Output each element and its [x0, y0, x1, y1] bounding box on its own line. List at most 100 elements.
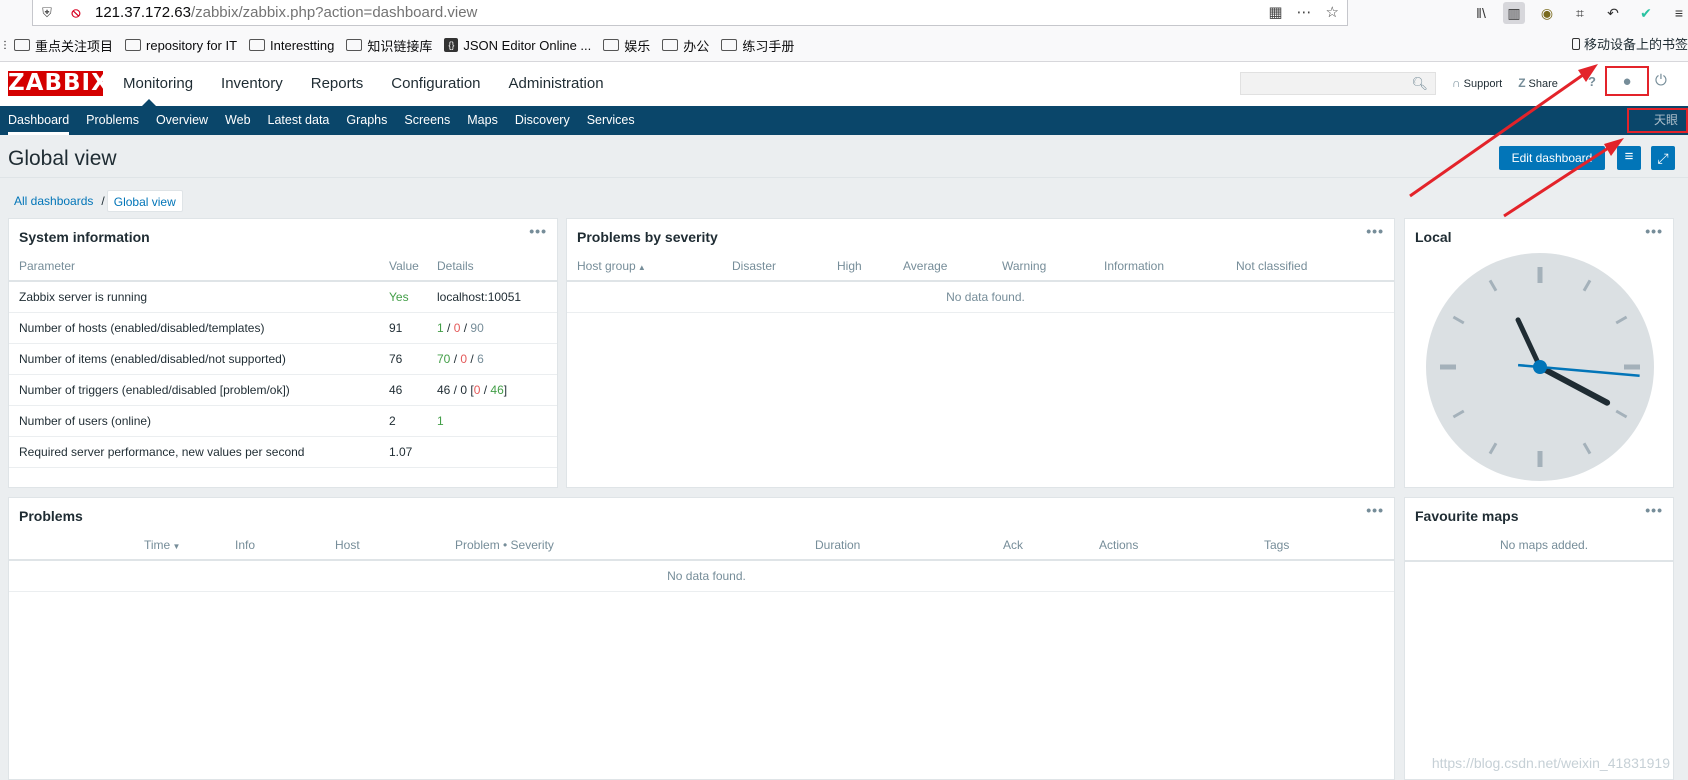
bookmark-folder[interactable]: 知识链接库	[346, 36, 432, 55]
column-header-time[interactable]: Time	[134, 530, 225, 560]
fullscreen-icon[interactable]: ⤢	[1651, 146, 1675, 170]
value-cell: 2	[379, 405, 427, 436]
column-header: Average	[893, 251, 992, 281]
disabled-count: 0	[454, 321, 461, 335]
widget-options-icon[interactable]: •••	[1645, 502, 1663, 518]
bookmark-overflow[interactable]: ⋮	[0, 40, 10, 51]
subnav-services[interactable]: Services	[579, 106, 644, 135]
address-bar[interactable]: ⛨ ⦸ 121.37.172.63/zabbix/zabbix.php?acti…	[32, 0, 1348, 26]
dashboard-actions-menu-icon[interactable]: ≡	[1617, 146, 1641, 170]
support-link[interactable]: ∩Support	[1452, 76, 1502, 90]
folder-icon	[603, 39, 619, 51]
templates-count: 90	[470, 321, 483, 335]
bookmark-label: JSON Editor Online ...	[463, 38, 591, 53]
share-z-icon: Z	[1518, 76, 1525, 90]
mobile-device-icon	[1572, 38, 1580, 50]
table-row: No data found.	[9, 560, 1394, 591]
breadcrumb-all-dashboards[interactable]: All dashboards	[8, 190, 99, 212]
bookmark-label: 重点关注项目	[35, 36, 113, 55]
trigger-counts: 46 / 0 [	[437, 383, 474, 397]
bookmark-folder[interactable]: 练习手册	[721, 36, 794, 55]
adblock-shield-icon[interactable]: ✔	[1635, 2, 1657, 24]
subnav-screens[interactable]: Screens	[396, 106, 459, 135]
widget-title: Problems	[19, 508, 83, 524]
widget-options-icon[interactable]: •••	[529, 223, 547, 239]
screenshot-crop-icon[interactable]: ⌗	[1569, 2, 1591, 24]
widget-options-icon[interactable]: •••	[1366, 502, 1384, 518]
search-input[interactable]: 🔍︎	[1240, 72, 1436, 95]
not-supported-count: 6	[477, 352, 484, 366]
menu-reports[interactable]: Reports	[302, 62, 383, 106]
extension-owl-icon[interactable]: ◉	[1536, 2, 1558, 24]
json-editor-icon: {}	[444, 38, 458, 52]
subnav-dashboard[interactable]: Dashboard	[0, 106, 78, 135]
breadcrumb-current[interactable]: Global view	[107, 190, 183, 212]
logout-icon[interactable]: ⏻	[1655, 72, 1667, 89]
subnav-maps[interactable]: Maps	[459, 106, 507, 135]
subnav-graphs[interactable]: Graphs	[338, 106, 396, 135]
column-header: Information	[1094, 251, 1226, 281]
table-header-row: Parameter Value Details	[9, 251, 557, 281]
bookmark-star-icon[interactable]: ☆	[1326, 3, 1339, 21]
bookmark-folder[interactable]: Interestting	[249, 38, 334, 53]
user-profile-button[interactable]: ●	[1605, 66, 1649, 96]
edit-dashboard-button[interactable]: Edit dashboard	[1499, 146, 1605, 170]
back-arrow-icon[interactable]: ↶	[1602, 2, 1624, 24]
menu-administration[interactable]: Administration	[500, 62, 623, 106]
table-row: Number of hosts (enabled/disabled/templa…	[9, 312, 557, 343]
column-label: Time	[144, 538, 180, 552]
subnav-discovery[interactable]: Discovery	[507, 106, 579, 135]
support-label: Support	[1464, 78, 1503, 90]
main-menu: Monitoring Inventory Reports Configurati…	[114, 62, 623, 106]
tracking-shield-icon[interactable]: ⛨	[39, 5, 55, 21]
subnav-overview[interactable]: Overview	[148, 106, 217, 135]
url-host: 121.37.172.63	[95, 4, 191, 21]
column-label: Host group	[577, 259, 646, 273]
analog-clock	[1405, 251, 1673, 487]
menu-monitoring[interactable]: Monitoring	[114, 62, 212, 106]
column-header: Tags	[1254, 530, 1394, 560]
page-actions-icon[interactable]: ⋯	[1297, 3, 1312, 21]
param-cell: Number of items (enabled/disabled/not su…	[9, 343, 379, 374]
subnav-problems[interactable]: Problems	[78, 106, 148, 135]
zabbix-logo[interactable]: ZABBIX	[8, 71, 103, 96]
column-header: Host	[325, 530, 445, 560]
sidebar-icon[interactable]: ▥	[1503, 2, 1525, 24]
widget-options-icon[interactable]: •••	[1366, 223, 1384, 239]
bracket-close: ]	[504, 383, 507, 397]
details-cell: localhost:10051	[427, 281, 557, 312]
bookmark-label: 知识链接库	[367, 36, 432, 55]
table-header-row: Host group Disaster High Average Warning…	[567, 251, 1394, 281]
table-row: Number of items (enabled/disabled/not su…	[9, 343, 557, 374]
widget-title: System information	[19, 229, 150, 245]
column-header-host-group[interactable]: Host group	[567, 251, 722, 281]
param-cell: Number of triggers (enabled/disabled [pr…	[9, 374, 379, 405]
url-text[interactable]: 121.37.172.63/zabbix/zabbix.php?action=d…	[95, 4, 477, 21]
table-header-row: Time Info Host Problem • Severity Durati…	[9, 530, 1394, 560]
value-cell: 46	[379, 374, 427, 405]
watermark: https://blog.csdn.net/weixin_41831919	[1432, 755, 1670, 771]
subnav-web[interactable]: Web	[217, 106, 259, 135]
subnav-latest-data[interactable]: Latest data	[260, 106, 339, 135]
menu-inventory[interactable]: Inventory	[212, 62, 302, 106]
qr-code-icon[interactable]: ▦	[1268, 3, 1282, 21]
help-link[interactable]: ?	[1588, 74, 1596, 89]
library-icon[interactable]: ‖\	[1470, 2, 1492, 24]
insecure-connection-icon[interactable]: ⦸	[67, 4, 85, 21]
search-icon[interactable]: 🔍︎	[1411, 76, 1428, 92]
menu-configuration[interactable]: Configuration	[382, 62, 499, 106]
bookmark-folder[interactable]: 重点关注项目	[14, 36, 113, 55]
param-cell: Required server performance, new values …	[9, 436, 379, 467]
bookmark-folder[interactable]: repository for IT	[125, 38, 237, 53]
share-link[interactable]: ZShare	[1518, 76, 1558, 90]
bookmark-link[interactable]: {} JSON Editor Online ...	[444, 38, 591, 53]
header-links: ∩Support ZShare	[1452, 76, 1558, 90]
bookmark-folder[interactable]: 办公	[662, 36, 709, 55]
widget-options-icon[interactable]: •••	[1645, 223, 1663, 239]
no-data-message: No data found.	[9, 560, 1394, 591]
bookmark-folder[interactable]: 娱乐	[603, 36, 650, 55]
overflow-menu-icon[interactable]: ≡	[1668, 2, 1688, 24]
mobile-bookmarks[interactable]: 移动设备上的书签	[1572, 34, 1688, 53]
folder-icon	[14, 39, 30, 51]
no-maps-message: No maps added.	[1405, 530, 1673, 561]
